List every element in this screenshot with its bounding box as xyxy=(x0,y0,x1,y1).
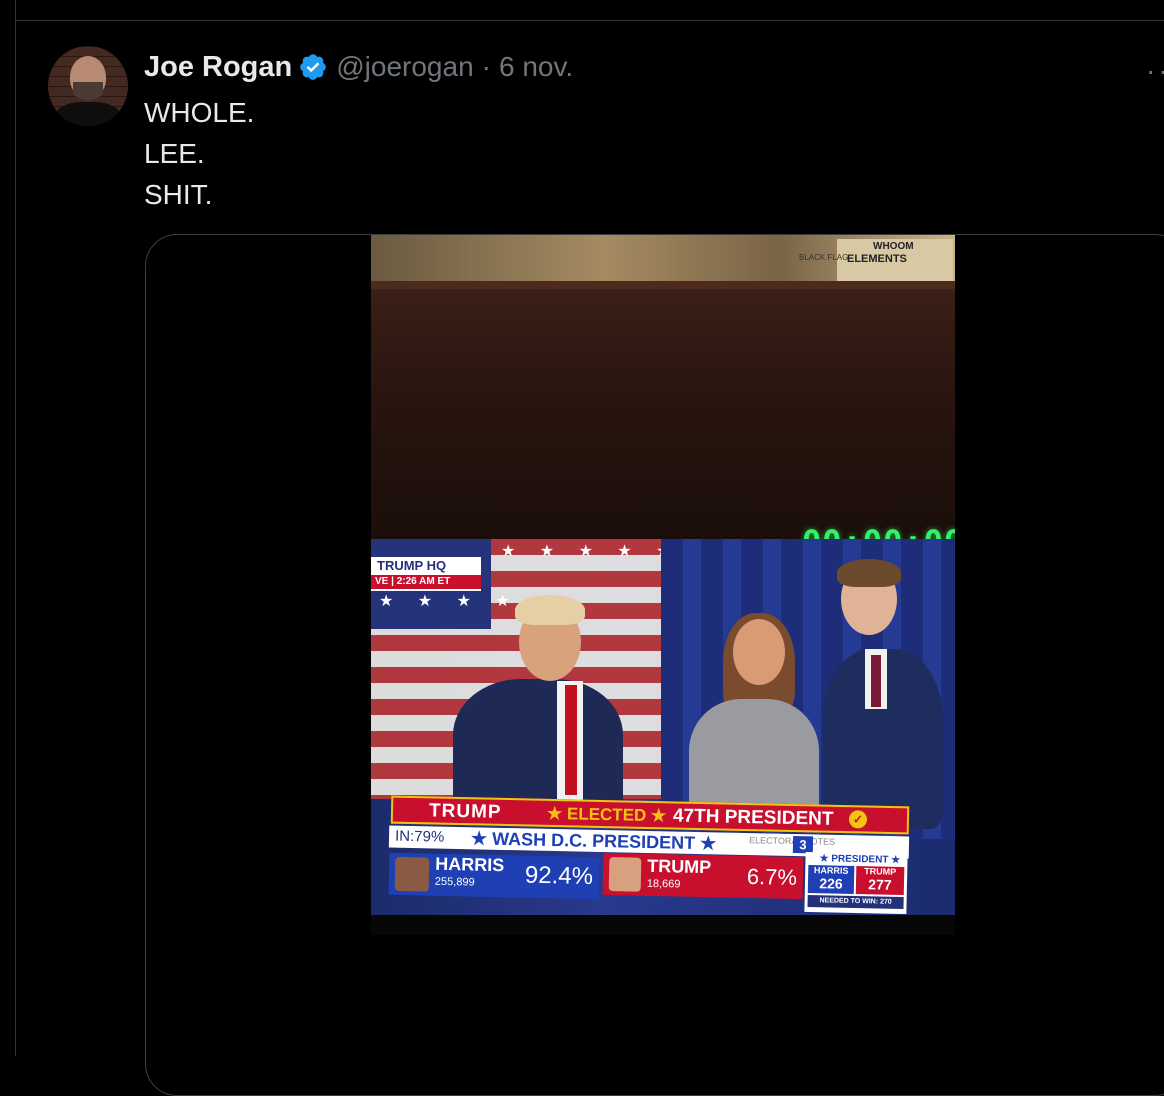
tweet-header: Joe Rogan @joerogan · 6 nov. xyxy=(144,50,573,84)
author-handle[interactable]: @joerogan xyxy=(336,51,473,83)
timeline-left-border xyxy=(15,0,16,1056)
timestamp[interactable]: 6 nov. xyxy=(499,51,573,83)
president-tally: ★ PRESIDENT ★ HARRIS 226 TRUMP 277 NEEDED … xyxy=(804,851,908,915)
verified-badge-icon[interactable] xyxy=(298,52,328,82)
avatar[interactable] xyxy=(48,46,128,126)
harris-result: HARRIS 255,899 92.4% xyxy=(388,852,600,900)
tv-screen: ★ ★ ★ ★ ★ ★ ★ ★ ★ TRUMP HQ VE | 2:26 AM … xyxy=(371,539,955,915)
location-bug: TRUMP HQ VE | 2:26 AM ET xyxy=(371,557,481,591)
tweet-text: WHOLE. LEE. SHIT. xyxy=(144,92,254,215)
tweet-line: LEE. xyxy=(144,138,205,169)
media-photo[interactable]: WHOOM ELEMENTS BLACK FLAG 00:00:00 ★ ★ ★… xyxy=(371,235,955,935)
wood-panel xyxy=(371,289,955,539)
trump-result: TRUMP 18,669 6.7% xyxy=(602,852,804,900)
more-options-icon[interactable]: ·· xyxy=(1146,55,1164,87)
trump-photo xyxy=(608,857,642,892)
tweet-line: WHOLE. xyxy=(144,97,255,128)
check-icon: ✓ xyxy=(848,810,868,829)
separator-dot: · xyxy=(481,51,491,82)
tweet-media[interactable]: WHOOM ELEMENTS BLACK FLAG 00:00:00 ★ ★ ★… xyxy=(145,234,1164,1096)
flag-stars: ★ ★ ★ ★ xyxy=(379,593,520,610)
tweet-line: SHIT. xyxy=(144,179,213,210)
author-name[interactable]: Joe Rogan xyxy=(144,51,292,84)
wall-sign: WHOOM ELEMENTS BLACK FLAG xyxy=(799,239,953,285)
tweet-divider xyxy=(15,20,1164,21)
harris-photo xyxy=(394,856,430,892)
